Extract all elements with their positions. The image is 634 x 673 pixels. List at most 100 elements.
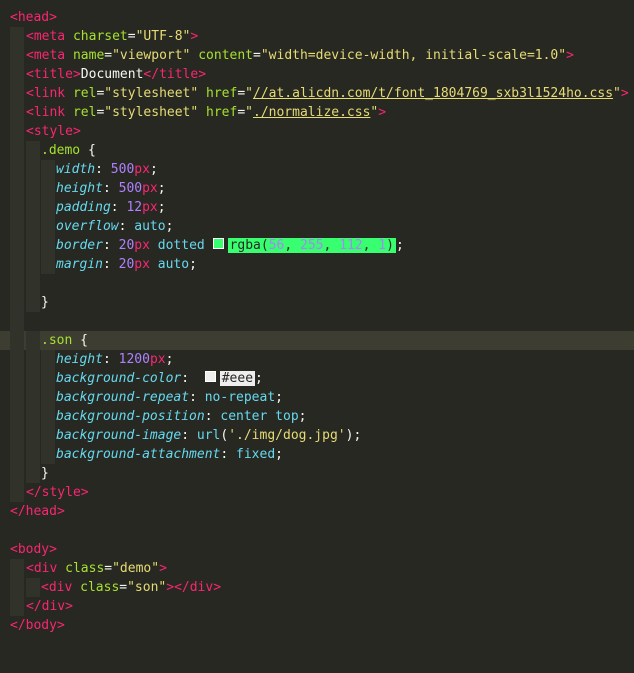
indent-guide [10, 122, 24, 141]
stylesheet-link[interactable]: ./normalize.css [253, 105, 370, 120]
code-line[interactable]: background-image: url('./img/dog.jpg'); [0, 426, 634, 445]
indent-guide [41, 217, 55, 236]
code-line[interactable]: <head> [0, 8, 634, 27]
indent-guide [10, 274, 24, 293]
code-line[interactable]: } [0, 464, 634, 483]
code-line[interactable]: </head> [0, 502, 634, 521]
indent-guide [26, 350, 40, 369]
indent-guide [26, 426, 40, 445]
color-swatch[interactable] [212, 238, 224, 249]
indent-guide [10, 179, 24, 198]
code-line[interactable]: <meta name="viewport" content="width=dev… [0, 46, 634, 65]
indent-guide [10, 597, 24, 616]
code-text: <div class="demo"> [26, 561, 167, 576]
indent-guide [41, 236, 55, 255]
indent-guide [26, 160, 40, 179]
code-text: width: 500px; [56, 162, 158, 177]
indent-guide [10, 46, 24, 65]
code-text: <link rel="stylesheet" href="//at.alicdn… [26, 86, 629, 101]
code-line[interactable]: background-attachment: fixed; [0, 445, 634, 464]
code-text: <title>Document</title> [26, 67, 207, 82]
code-text: .son { [41, 333, 88, 348]
code-line[interactable]: <meta charset="UTF-8"> [0, 27, 634, 46]
indent-guide [10, 236, 24, 255]
indent-guide [10, 483, 24, 502]
code-line[interactable]: padding: 12px; [0, 198, 634, 217]
code-line[interactable]: <title>Document</title> [0, 65, 634, 84]
indent-guide [10, 369, 24, 388]
indent-guide [41, 426, 55, 445]
indent-guide [41, 198, 55, 217]
indent-guide [10, 464, 24, 483]
code-text: } [41, 466, 49, 481]
code-line[interactable] [0, 274, 634, 293]
code-line[interactable]: <style> [0, 122, 634, 141]
code-line[interactable]: height: 1200px; [0, 350, 634, 369]
indent-guide [26, 274, 40, 293]
code-line[interactable]: background-color: #eee; [0, 369, 634, 388]
code-text: height: 500px; [56, 181, 166, 196]
code-line[interactable]: </style> [0, 483, 634, 502]
indent-guide [41, 350, 55, 369]
color-value-highlight: #eee [219, 371, 256, 386]
color-swatch[interactable] [204, 371, 216, 382]
code-line[interactable] [0, 312, 634, 331]
code-line[interactable]: <div class="demo"> [0, 559, 634, 578]
code-line[interactable]: overflow: auto; [0, 217, 634, 236]
stylesheet-link[interactable]: //at.alicdn.com/t/font_1804769_sxb3l1524… [253, 86, 613, 101]
code-line[interactable]: <link rel="stylesheet" href="//at.alicdn… [0, 84, 634, 103]
code-line[interactable]: </div> [0, 597, 634, 616]
code-line[interactable]: height: 500px; [0, 179, 634, 198]
code-line[interactable]: background-position: center top; [0, 407, 634, 426]
indent-guide [26, 445, 40, 464]
code-line[interactable]: .demo { [0, 141, 634, 160]
code-text: margin: 20px auto; [56, 257, 197, 272]
code-text: <head> [10, 10, 57, 25]
indent-guide [26, 255, 40, 274]
indent-guide [41, 369, 55, 388]
indent-guide [10, 217, 24, 236]
indent-guide [26, 407, 40, 426]
code-text: <link rel="stylesheet" href="./normalize… [26, 105, 387, 120]
indent-guide [10, 27, 24, 46]
indent-guide [10, 578, 24, 597]
indent-guide [26, 141, 40, 160]
code-text: <body> [10, 542, 57, 557]
code-text: background-color: #eee; [56, 371, 263, 386]
code-editor[interactable]: <head> <meta charset="UTF-8"> <meta name… [0, 8, 634, 635]
indent-guide [10, 141, 24, 160]
code-text: background-position: center top; [56, 409, 307, 424]
code-text: </div> [26, 599, 73, 614]
code-text: </style> [26, 485, 89, 500]
indent-guide [26, 331, 40, 350]
code-text: padding: 12px; [56, 200, 166, 215]
indent-guide [41, 179, 55, 198]
code-line[interactable]: <link rel="stylesheet" href="./normalize… [0, 103, 634, 122]
indent-guide [10, 331, 24, 350]
code-text: </head> [10, 504, 65, 519]
code-line[interactable]: </body> [0, 616, 634, 635]
indent-guide [26, 179, 40, 198]
code-text: background-attachment: fixed; [56, 447, 283, 462]
code-line[interactable]: <body> [0, 540, 634, 559]
code-line[interactable]: border: 20px dotted rgba(56, 255, 112, 1… [0, 236, 634, 255]
indent-guide [10, 103, 24, 122]
indent-guide [41, 388, 55, 407]
code-line[interactable]: } [0, 293, 634, 312]
color-value-highlight: rgba(56, 255, 112, 1) [227, 238, 396, 253]
indent-guide [26, 464, 40, 483]
code-line[interactable]: width: 500px; [0, 160, 634, 179]
code-line[interactable] [0, 521, 634, 540]
indent-guide [10, 255, 24, 274]
code-line[interactable]: background-repeat: no-repeat; [0, 388, 634, 407]
code-text: <meta charset="UTF-8"> [26, 29, 199, 44]
indent-guide [10, 445, 24, 464]
code-text: background-repeat: no-repeat; [56, 390, 283, 405]
indent-guide [10, 293, 24, 312]
indent-guide [26, 198, 40, 217]
code-text: } [41, 295, 49, 310]
code-line[interactable]: margin: 20px auto; [0, 255, 634, 274]
current-code-line[interactable]: .son { [0, 331, 634, 350]
code-line[interactable]: <div class="son"></div> [0, 578, 634, 597]
indent-guide [41, 445, 55, 464]
